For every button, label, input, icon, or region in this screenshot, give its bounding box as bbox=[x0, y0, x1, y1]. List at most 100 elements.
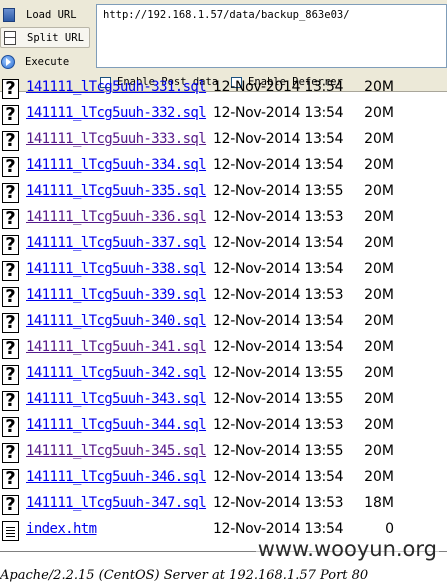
file-size: 20M bbox=[364, 261, 394, 277]
table-row: ? 141111_lTcg5uuh-343.sql 12-Nov-2014 13:5… bbox=[0, 388, 447, 414]
file-size: 0 bbox=[385, 521, 394, 537]
file-link[interactable]: index.htm bbox=[26, 521, 97, 537]
execute-label: Execute bbox=[25, 55, 70, 68]
file-link[interactable]: 141111_lTcg5uuh-341.sql bbox=[26, 339, 207, 355]
file-link[interactable]: 141111_lTcg5uuh-344.sql bbox=[26, 417, 207, 433]
unknown-file-icon: ? bbox=[2, 78, 19, 99]
file-size: 20M bbox=[364, 443, 394, 459]
unknown-file-icon: ? bbox=[2, 208, 19, 229]
unknown-file-icon: ? bbox=[2, 442, 19, 463]
document-icon bbox=[2, 521, 19, 541]
unknown-file-icon: ? bbox=[2, 260, 19, 281]
file-link[interactable]: 141111_lTcg5uuh-337.sql bbox=[26, 235, 207, 251]
file-date: 12-Nov-2014 13:53 bbox=[213, 417, 344, 433]
unknown-file-icon: ? bbox=[2, 286, 19, 307]
execute-icon bbox=[1, 54, 15, 69]
table-row: ? 141111_lTcg5uuh-332.sql 12-Nov-2014 13:5… bbox=[0, 102, 447, 128]
file-link[interactable]: 141111_lTcg5uuh-334.sql bbox=[26, 157, 207, 173]
file-size: 20M bbox=[364, 365, 394, 381]
file-date: 12-Nov-2014 13:53 bbox=[213, 495, 344, 511]
table-row: ? 141111_lTcg5uuh-344.sql 12-Nov-2014 13:5… bbox=[0, 414, 447, 440]
file-link[interactable]: 141111_lTcg5uuh-335.sql bbox=[26, 183, 207, 199]
file-size: 20M bbox=[364, 339, 394, 355]
file-size: 20M bbox=[364, 183, 394, 199]
file-date: 12-Nov-2014 13:54 bbox=[213, 105, 344, 121]
file-date: 12-Nov-2014 13:54 bbox=[213, 131, 344, 147]
file-link[interactable]: 141111_lTcg5uuh-347.sql bbox=[26, 495, 207, 511]
file-date: 12-Nov-2014 13:55 bbox=[213, 365, 344, 381]
split-url-icon bbox=[4, 30, 16, 45]
file-link[interactable]: 141111_lTcg5uuh-336.sql bbox=[26, 209, 207, 225]
unknown-file-icon: ? bbox=[2, 338, 19, 359]
file-date: 12-Nov-2014 13:55 bbox=[213, 443, 344, 459]
file-size: 20M bbox=[364, 235, 394, 251]
file-link[interactable]: 141111_lTcg5uuh-346.sql bbox=[26, 469, 207, 485]
file-link[interactable]: 141111_lTcg5uuh-345.sql bbox=[26, 443, 207, 459]
execute-button[interactable]: Execute bbox=[0, 51, 90, 72]
server-signature: Apache/2.2.15 (CentOS) Server at 192.168… bbox=[0, 568, 369, 583]
file-date: 12-Nov-2014 13:54 bbox=[213, 339, 344, 355]
file-link[interactable]: 141111_lTcg5uuh-343.sql bbox=[26, 391, 207, 407]
file-date: 12-Nov-2014 13:54 bbox=[213, 235, 344, 251]
file-size: 20M bbox=[364, 469, 394, 485]
table-row: ? 141111_lTcg5uuh-334.sql 12-Nov-2014 13:5… bbox=[0, 154, 447, 180]
file-link[interactable]: 141111_lTcg5uuh-339.sql bbox=[26, 287, 207, 303]
unknown-file-icon: ? bbox=[2, 364, 19, 385]
unknown-file-icon: ? bbox=[2, 234, 19, 255]
file-date: 12-Nov-2014 13:54 bbox=[213, 313, 344, 329]
load-url-icon bbox=[3, 7, 15, 22]
file-link[interactable]: 141111_lTcg5uuh-340.sql bbox=[26, 313, 207, 329]
file-size: 20M bbox=[364, 79, 394, 95]
file-size: 20M bbox=[364, 391, 394, 407]
file-date: 12-Nov-2014 13:53 bbox=[213, 287, 344, 303]
unknown-file-icon: ? bbox=[2, 312, 19, 333]
table-row: ? 141111_lTcg5uuh-335.sql 12-Nov-2014 13:5… bbox=[0, 180, 447, 206]
table-row: ? 141111_lTcg5uuh-342.sql 12-Nov-2014 13:5… bbox=[0, 362, 447, 388]
file-size: 20M bbox=[364, 131, 394, 147]
file-date: 12-Nov-2014 13:53 bbox=[213, 209, 344, 225]
unknown-file-icon: ? bbox=[2, 494, 19, 515]
unknown-file-icon: ? bbox=[2, 130, 19, 151]
file-date: 12-Nov-2014 13:55 bbox=[213, 391, 344, 407]
file-date: 12-Nov-2014 13:54 bbox=[213, 79, 344, 95]
file-date: 12-Nov-2014 13:54 bbox=[213, 521, 344, 537]
table-row: ? 141111_lTcg5uuh-340.sql 12-Nov-2014 13:5… bbox=[0, 310, 447, 336]
table-row: ? 141111_lTcg5uuh-337.sql 12-Nov-2014 13:5… bbox=[0, 232, 447, 258]
unknown-file-icon: ? bbox=[2, 416, 19, 437]
file-link[interactable]: 141111_lTcg5uuh-332.sql bbox=[26, 105, 207, 121]
table-row: ? 141111_lTcg5uuh-346.sql 12-Nov-2014 13:5… bbox=[0, 466, 447, 492]
file-date: 12-Nov-2014 13:54 bbox=[213, 469, 344, 485]
file-size: 20M bbox=[364, 105, 394, 121]
load-url-label: Load URL bbox=[26, 8, 77, 21]
unknown-file-icon: ? bbox=[2, 468, 19, 489]
table-row: ? 141111_lTcg5uuh-336.sql 12-Nov-2014 13:5… bbox=[0, 206, 447, 232]
url-input[interactable]: http://192.168.1.57/data/backup_863e03/ bbox=[96, 4, 447, 68]
table-row: ? 141111_lTcg5uuh-331.sql 12-Nov-2014 13… bbox=[0, 76, 447, 102]
split-url-button[interactable]: Split URL bbox=[0, 27, 90, 48]
table-row: ? 141111_lTcg5uuh-347.sql 12-Nov-2014 13:5… bbox=[0, 492, 447, 518]
load-url-button[interactable]: Load URL bbox=[0, 4, 90, 25]
table-row: ? 141111_lTcg5uuh-338.sql 12-Nov-2014 13:5… bbox=[0, 258, 447, 284]
table-row: ? 141111_lTcg5uuh-341.sql 12-Nov-2014 13:5… bbox=[0, 336, 447, 362]
file-size: 20M bbox=[364, 313, 394, 329]
table-row: ? 141111_lTcg5uuh-339.sql 12-Nov-2014 13:5… bbox=[0, 284, 447, 310]
unknown-file-icon: ? bbox=[2, 390, 19, 411]
file-link[interactable]: 141111_lTcg5uuh-338.sql bbox=[26, 261, 207, 277]
table-row: ? 141111_lTcg5uuh-333.sql 12-Nov-2014 13:5… bbox=[0, 128, 447, 154]
file-link[interactable]: 141111_lTcg5uuh-342.sql bbox=[26, 365, 207, 381]
file-size: 20M bbox=[364, 287, 394, 303]
file-size: 20M bbox=[364, 417, 394, 433]
unknown-file-icon: ? bbox=[2, 182, 19, 203]
unknown-file-icon: ? bbox=[2, 156, 19, 177]
file-date: 12-Nov-2014 13:54 bbox=[213, 261, 344, 277]
file-size: 18M bbox=[364, 495, 394, 511]
file-link[interactable]: 141111_lTcg5uuh-333.sql bbox=[26, 131, 207, 147]
table-row: ? 141111_lTcg5uuh-345.sql 12-Nov-2014 13:5… bbox=[0, 440, 447, 466]
file-date: 12-Nov-2014 13:54 bbox=[213, 157, 344, 173]
file-link[interactable]: 141111_lTcg5uuh-331.sql bbox=[26, 79, 207, 95]
unknown-file-icon: ? bbox=[2, 104, 19, 125]
split-url-label: Split URL bbox=[27, 31, 84, 44]
file-size: 20M bbox=[364, 157, 394, 173]
file-date: 12-Nov-2014 13:55 bbox=[213, 183, 344, 199]
file-size: 20M bbox=[364, 209, 394, 225]
